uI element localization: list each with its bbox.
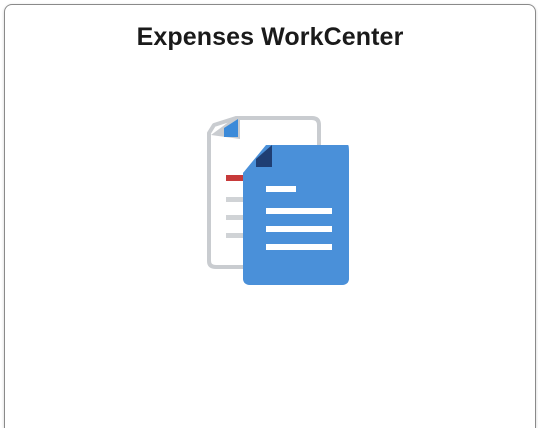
expenses-workcenter-tile[interactable]: Expenses WorkCenter [4, 4, 536, 428]
front-document-icon [243, 145, 349, 285]
documents-icon [200, 115, 356, 291]
tile-title: Expenses WorkCenter [136, 23, 404, 51]
